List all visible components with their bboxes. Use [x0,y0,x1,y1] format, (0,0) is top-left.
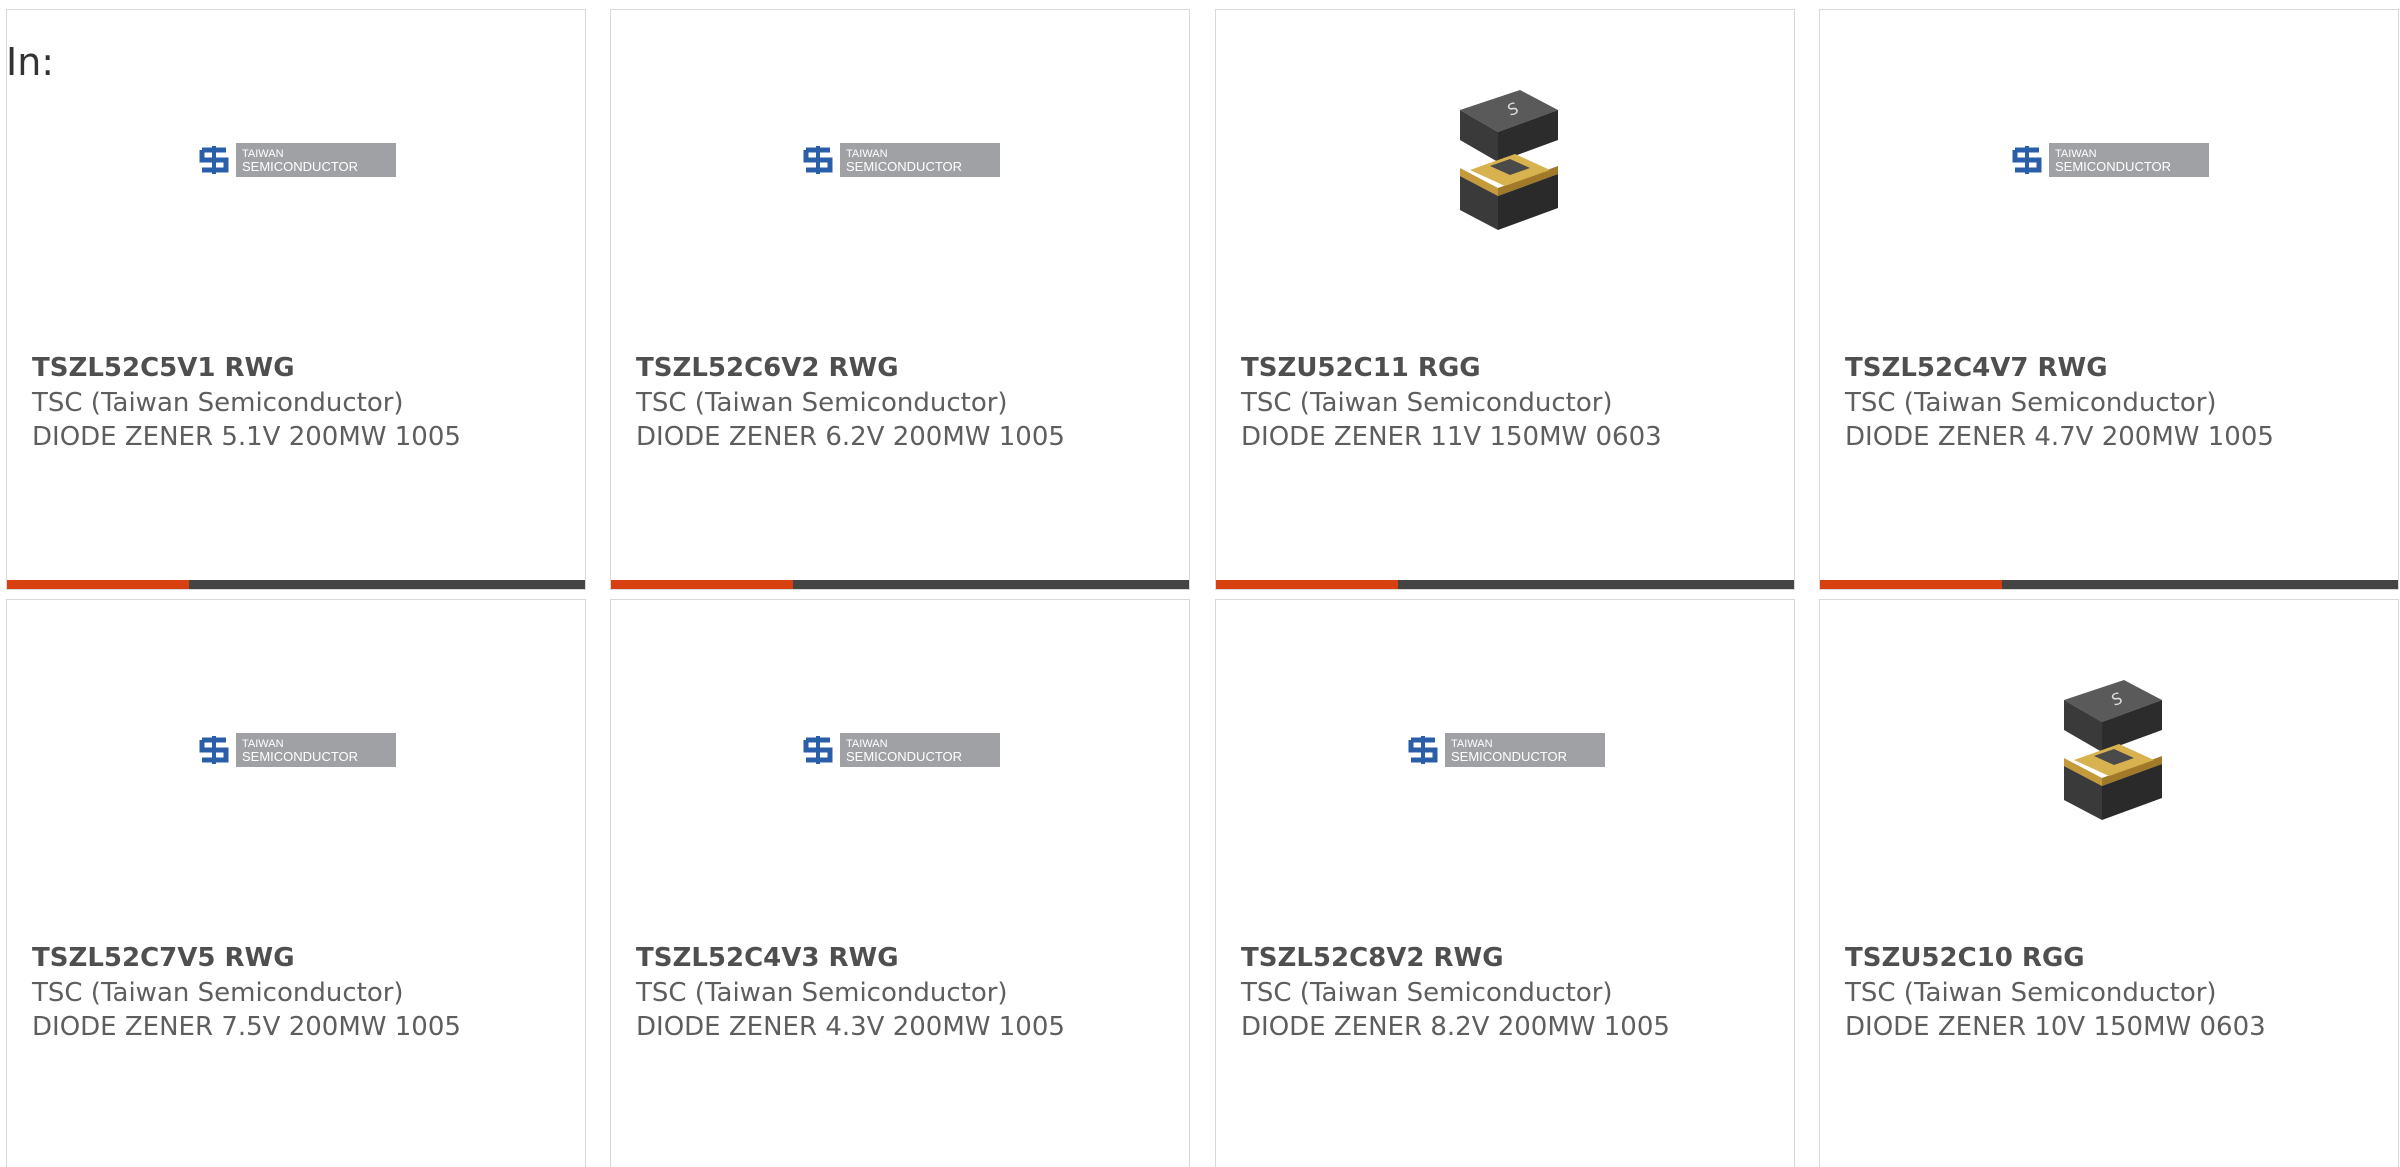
card-accent-bar [7,580,585,589]
product-info: TSZL52C4V3 RWG TSC (Taiwan Semiconductor)… [636,941,1177,1044]
manufacturer-logo[interactable]: TAIWAN SEMICONDUCTOR [611,670,1189,830]
product-card[interactable]: S TSZU52C11 RGG TSC (Taiwan Semiconductor)… [1215,9,1795,590]
product-manufacturer: TSC (Taiwan Semiconductor) [1845,978,2217,1008]
product-card[interactable]: TAIWAN SEMICONDUCTOR TSZL52C7V5 RWG TSC (Ta… [6,599,586,1167]
product-part-number[interactable]: TSZU52C11 RGG [1241,351,1782,386]
logo-text-line2: SEMICONDUCTOR [846,749,962,764]
product-description: DIODE ZENER 10V 150MW 0603 [1845,1012,2266,1042]
card-accent-bar-dark [1398,580,1794,589]
product-card[interactable]: TAIWAN SEMICONDUCTOR TSZL52C8V2 RWG TSC (Ta… [1215,599,1795,1167]
manufacturer-logo[interactable]: TAIWAN SEMICONDUCTOR [7,80,585,240]
product-card[interactable]: S TSZU52C10 RGG TSC (Taiwan Semiconductor)… [1819,599,2399,1167]
product-card[interactable]: TAIWAN SEMICONDUCTOR TSZL52C4V7 RWG TSC (Ta… [1819,9,2399,590]
logo-text-line2: SEMICONDUCTOR [242,749,358,764]
product-card[interactable]: TAIWAN SEMICONDUCTOR TSZL52C4V3 RWG TSC (Ta… [610,599,1190,1167]
logo-text-line2: SEMICONDUCTOR [242,159,358,174]
logo-text-line2: SEMICONDUCTOR [2055,159,2171,174]
product-description: DIODE ZENER 11V 150MW 0603 [1241,422,1662,452]
card-accent-bar-dark [793,580,1189,589]
product-manufacturer: TSC (Taiwan Semiconductor) [636,388,1008,418]
product-part-number[interactable]: TSZL52C7V5 RWG [32,941,573,976]
product-part-number[interactable]: TSZL52C4V3 RWG [636,941,1177,976]
product-manufacturer: TSC (Taiwan Semiconductor) [32,978,404,1008]
product-card[interactable]: TAIWAN SEMICONDUCTOR TSZL52C5V1 RWG TSC (Ta… [6,9,586,590]
logo-text-line2: SEMICONDUCTOR [1451,749,1567,764]
product-info: TSZL52C5V1 RWG TSC (Taiwan Semiconductor)… [32,351,573,454]
product-info: TSZU52C10 RGG TSC (Taiwan Semiconductor) D… [1845,941,2386,1044]
card-accent-bar-orange [7,580,189,589]
manufacturer-logo[interactable]: TAIWAN SEMICONDUCTOR [611,80,1189,240]
card-accent-bar [1820,580,2398,589]
product-info: TSZU52C11 RGG TSC (Taiwan Semiconductor) D… [1241,351,1782,454]
card-accent-bar-orange [611,580,793,589]
product-card[interactable]: TAIWAN SEMICONDUCTOR TSZL52C6V2 RWG TSC (Ta… [610,9,1190,590]
manufacturer-logo[interactable]: TAIWAN SEMICONDUCTOR [1820,80,2398,240]
card-accent-bar-orange [1820,580,2002,589]
card-accent-bar-dark [2002,580,2398,589]
product-info: TSZL52C4V7 RWG TSC (Taiwan Semiconductor)… [1845,351,2386,454]
manufacturer-logo[interactable]: TAIWAN SEMICONDUCTOR [1216,670,1794,830]
product-description: DIODE ZENER 6.2V 200MW 1005 [636,422,1065,452]
product-description: DIODE ZENER 5.1V 200MW 1005 [32,422,461,452]
product-part-number[interactable]: TSZL52C6V2 RWG [636,351,1177,386]
product-manufacturer: TSC (Taiwan Semiconductor) [1241,978,1613,1008]
product-grid-page: In: TAIWAN SEMICONDUCTOR TSZL52C5V1 RWG TSC… [0,0,2400,1167]
manufacturer-logo[interactable]: TAIWAN SEMICONDUCTOR [7,670,585,830]
card-accent-bar-dark [189,580,585,589]
product-manufacturer: TSC (Taiwan Semiconductor) [636,978,1008,1008]
product-package-image[interactable]: S [1820,670,2398,830]
card-accent-bar-orange [1216,580,1398,589]
card-accent-bar [1216,580,1794,589]
product-description: DIODE ZENER 8.2V 200MW 1005 [1241,1012,1670,1042]
product-manufacturer: TSC (Taiwan Semiconductor) [1241,388,1613,418]
product-info: TSZL52C7V5 RWG TSC (Taiwan Semiconductor)… [32,941,573,1044]
product-part-number[interactable]: TSZU52C10 RGG [1845,941,2386,976]
product-description: DIODE ZENER 4.3V 200MW 1005 [636,1012,1065,1042]
product-manufacturer: TSC (Taiwan Semiconductor) [1845,388,2217,418]
product-package-image[interactable]: S [1216,80,1794,240]
product-part-number[interactable]: TSZL52C8V2 RWG [1241,941,1782,976]
product-part-number[interactable]: TSZL52C4V7 RWG [1845,351,2386,386]
product-info: TSZL52C8V2 RWG TSC (Taiwan Semiconductor)… [1241,941,1782,1044]
product-manufacturer: TSC (Taiwan Semiconductor) [32,388,404,418]
card-accent-bar [611,580,1189,589]
product-info: TSZL52C6V2 RWG TSC (Taiwan Semiconductor)… [636,351,1177,454]
product-description: DIODE ZENER 4.7V 200MW 1005 [1845,422,2274,452]
logo-text-line2: SEMICONDUCTOR [846,159,962,174]
product-description: DIODE ZENER 7.5V 200MW 1005 [32,1012,461,1042]
product-part-number[interactable]: TSZL52C5V1 RWG [32,351,573,386]
filter-prefix-label: In: [6,40,55,84]
